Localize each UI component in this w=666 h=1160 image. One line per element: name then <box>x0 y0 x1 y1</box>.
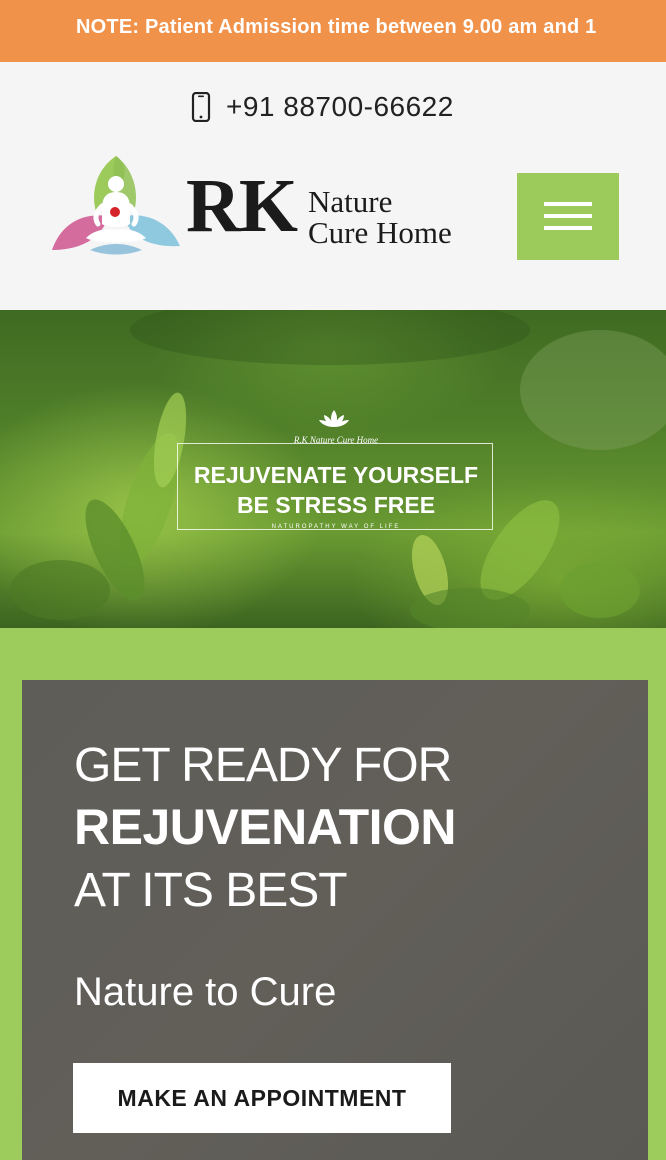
logo-subtitle: Nature Cure Home <box>308 186 452 248</box>
hero-headline-1: REJUVENATE YOURSELF <box>193 462 479 488</box>
make-appointment-button[interactable]: MAKE AN APPOINTMENT <box>73 1063 451 1133</box>
phone-link[interactable]: +91 88700-66622 <box>190 90 454 124</box>
promo-card: GET READY FOR REJUVENATION AT ITS BEST N… <box>22 680 648 1160</box>
promo-headline-line1: GET READY FOR <box>74 739 452 792</box>
site-header: +91 88700-66622 RK Nature Cure Home <box>0 62 666 310</box>
logo-subtitle-line1: Nature <box>308 184 393 219</box>
hero-headline-2: BE STRESS FREE <box>236 492 436 518</box>
hero-brand-script: R.K Nature Cure Home <box>293 435 379 445</box>
site-logo[interactable]: RK Nature Cure Home <box>50 146 480 266</box>
promo-headline-line3: AT ITS BEST <box>74 864 348 917</box>
lotus-icon <box>319 410 349 427</box>
phone-number: +91 88700-66622 <box>226 91 454 122</box>
logo-rk-text: RK <box>186 164 298 248</box>
notice-bar: NOTE: Patient Admission time between 9.0… <box>0 0 666 62</box>
logo-subtitle-line2: Cure Home <box>308 215 452 250</box>
mobile-phone-icon <box>191 92 211 122</box>
hero-tagline: NATUROPATHY WAY OF LIFE <box>271 524 401 530</box>
notice-text: NOTE: Patient Admission time between 9.0… <box>76 16 597 38</box>
hero-title-box: R.K Nature Cure Home REJUVENATE YOURSELF… <box>177 435 493 530</box>
meditation-lotus-logo-icon <box>52 156 180 255</box>
promo-subtitle: Nature to Cure <box>74 970 337 1014</box>
promo-headline-line2: REJUVENATION <box>74 799 457 855</box>
promo-section: GET READY FOR REJUVENATION AT ITS BEST N… <box>0 628 666 1160</box>
hero-banner: R.K Nature Cure Home REJUVENATE YOURSELF… <box>0 310 666 628</box>
menu-toggle-button[interactable] <box>517 173 619 260</box>
